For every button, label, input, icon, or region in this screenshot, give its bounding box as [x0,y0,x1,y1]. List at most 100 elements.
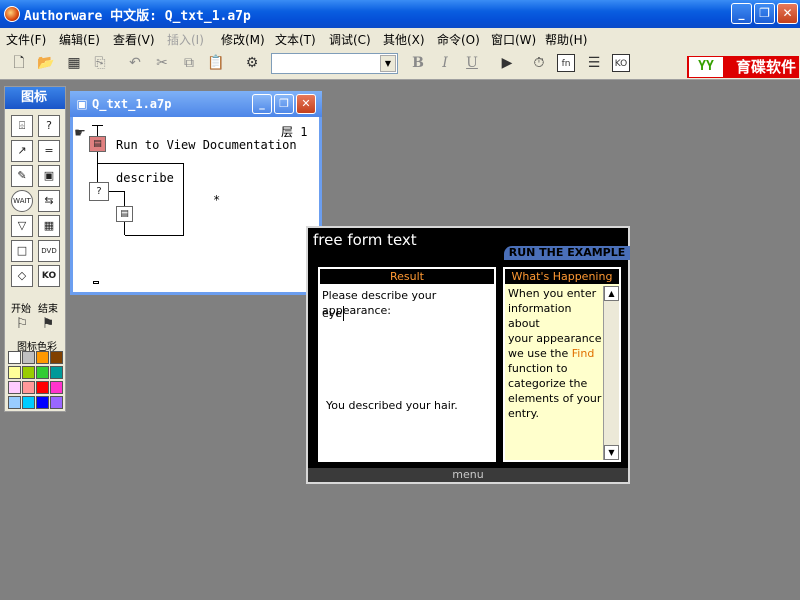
icon1-label[interactable]: Run to View Documentation [116,138,297,152]
run-icon[interactable]: ▶ [498,54,516,72]
calculation-icon[interactable]: ▣ [38,165,60,187]
dvd-icon[interactable]: DVD [38,240,60,262]
result-panel: Result Please describe your appearance: … [318,267,496,462]
explain-line: When you enter [508,287,597,300]
bold-button[interactable]: B [409,54,427,72]
new-file-icon[interactable]: 🗋 [10,54,28,72]
save-all-icon[interactable]: ▦ [65,54,83,72]
close-button[interactable]: ✕ [777,3,798,24]
color-swatch[interactable] [36,351,49,364]
restore-button[interactable]: ❐ [754,3,775,24]
movie-icon[interactable]: ▦ [38,215,60,237]
menu-file[interactable]: 文件(F) [6,31,46,48]
knowledge-objects-button[interactable]: KO [612,54,630,72]
flowline-restore-button[interactable]: ❐ [274,94,294,114]
calculation-flow-icon[interactable]: ▤ [89,136,106,152]
brand-logo: YY [689,57,723,77]
menu-label[interactable]: menu [452,468,483,481]
color-swatch[interactable] [36,381,49,394]
window-title: Authorware 中文版: Q_txt_1.a7p [24,9,251,24]
end-flag-icon[interactable]: ⚑ [39,315,57,333]
undo-icon[interactable]: ↶ [126,54,144,72]
map-icon[interactable]: □ [11,240,33,262]
color-swatch[interactable] [8,396,21,409]
find-icon[interactable]: ⚙ [243,54,261,72]
minimize-button[interactable]: _ [731,3,752,24]
result-header: Result [320,269,494,284]
menu-commands[interactable]: 命令(O) [437,31,480,48]
color-swatch[interactable] [50,396,63,409]
dropdown-arrow-icon[interactable]: ▼ [380,55,396,72]
menu-view[interactable]: 查看(V) [113,31,155,48]
wait-icon[interactable]: WAIT [11,190,33,212]
erase-icon[interactable]: ✎ [11,165,33,187]
framework-icon[interactable]: ▽ [11,215,33,237]
menu-help[interactable]: 帮助(H) [545,31,587,48]
color-swatch[interactable] [8,351,21,364]
display-icon[interactable]: ⌹ [11,115,33,137]
presentation-menu-bar[interactable]: menu [308,468,628,482]
color-swatch[interactable] [36,396,49,409]
appearance-input[interactable]: eye [322,306,345,321]
motion-icon[interactable]: ↗ [11,140,33,162]
run-example-button[interactable]: RUN THE EXAMPLE [504,246,630,260]
sound-icon[interactable]: ◇ [11,265,33,287]
title-bar: Authorware 中文版: Q_txt_1.a7p _ ❐ ✕ [0,0,800,28]
knowledge-object-icon[interactable]: KO [38,265,60,287]
paste-icon[interactable]: 📋 [207,54,225,72]
scroll-up-icon[interactable]: ▲ [604,286,619,301]
menu-text[interactable]: 文本(T) [275,31,316,48]
color-swatch[interactable] [50,351,63,364]
color-swatch[interactable] [36,366,49,379]
flowline-minimize-button[interactable]: _ [252,94,272,114]
decision-icon[interactable]: ? [38,115,60,137]
menu-other[interactable]: 其他(X) [383,31,425,48]
explanation-scrollbar[interactable]: ▲ ▼ [603,286,619,460]
flowline-title-bar[interactable]: ▣ Q_txt_1.a7p _ ❐ ✕ [70,91,322,117]
underline-button[interactable]: U [463,54,481,72]
color-swatch[interactable] [22,396,35,409]
cut-icon[interactable]: ✂ [153,54,171,72]
open-folder-icon[interactable]: 📂 [37,54,55,72]
icon-palette: 图标 ⌹ ? ↗ = ✎ ▣ WAIT ⇆ ▽ ▦ □ DVD ◇ KO 开始 … [4,86,66,412]
functions-button[interactable]: fn [557,54,575,72]
color-swatch[interactable] [8,366,21,379]
explain-line: your appearance [508,332,602,345]
menu-window[interactable]: 窗口(W) [491,31,536,48]
start-flag-icon[interactable]: ⚐ [13,315,31,333]
italic-button[interactable]: I [436,54,454,72]
decision-flow-icon[interactable]: ? [89,182,109,201]
color-swatch[interactable] [8,381,21,394]
menu-modify[interactable]: 修改(M) [221,31,265,48]
menu-debug[interactable]: 调试(C) [329,31,371,48]
start-flag-label: 开始 [11,304,31,315]
branch-calculation-icon[interactable]: ▤ [116,206,133,222]
authorware-app-icon[interactable] [4,6,20,22]
navigate-icon[interactable]: ⇆ [38,190,60,212]
brand-banner: YY 育碟软件 [687,56,799,78]
whats-happening-header: What's Happening [505,269,619,284]
color-swatch[interactable] [50,381,63,394]
color-swatch[interactable] [22,351,35,364]
color-swatch[interactable] [22,381,35,394]
branch-line [109,191,125,192]
explanation-text: When you enter information about your ap… [508,286,604,421]
response-text: You described your hair. [326,399,458,412]
text-style-combo[interactable]: ▼ [271,53,398,74]
scroll-down-icon[interactable]: ▼ [604,445,619,460]
copy-icon[interactable]: ⧉ [180,54,198,72]
interaction-icon[interactable]: = [38,140,60,162]
control-panel-icon[interactable]: ⏱ [530,54,548,72]
find-function-link[interactable]: Find [572,347,595,360]
variables-icon[interactable]: ☰ [585,54,603,72]
menu-edit[interactable]: 编辑(E) [59,31,100,48]
flowline-title: Q_txt_1.a7p [92,97,172,111]
palette-header[interactable]: 图标 [5,87,65,109]
explain-line: elements of your [508,392,602,405]
decision-label[interactable]: describe [116,171,174,185]
import-icon[interactable]: ⎘ [91,54,109,72]
color-swatch[interactable] [22,366,35,379]
menu-insert[interactable]: 插入(I) [167,31,204,48]
color-swatch[interactable] [50,366,63,379]
flowline-close-button[interactable]: ✕ [296,94,316,114]
